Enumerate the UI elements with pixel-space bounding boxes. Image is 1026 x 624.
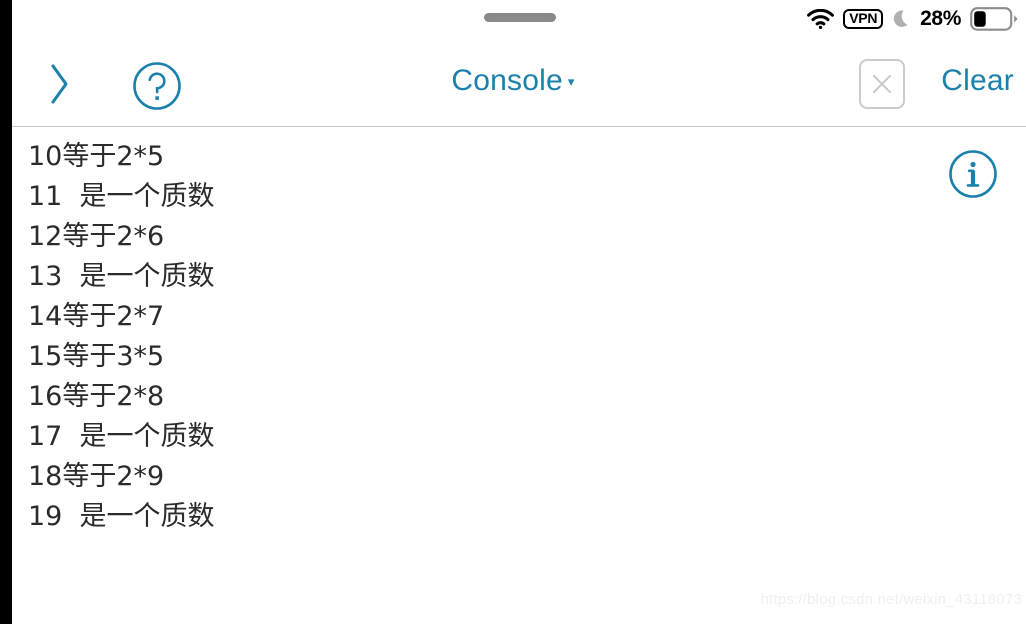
app-screen: VPN 28% Console ▾ Clear 10等于2*5 11 是一个质数… — [0, 0, 1026, 624]
log-line: 12等于2*6 — [28, 221, 165, 252]
watermark-text: https://blog.csdn.net/weixin_43118073 — [760, 591, 1022, 608]
wifi-icon — [807, 9, 835, 29]
chevron-down-icon: ▾ — [567, 74, 575, 89]
crescent-moon-icon — [892, 9, 911, 30]
status-bar: VPN 28% — [0, 0, 1026, 38]
close-x-icon — [859, 59, 905, 109]
log-line: 16等于2*8 — [28, 381, 165, 412]
log-line: 19 是一个质数 — [28, 501, 215, 532]
drag-handle[interactable] — [484, 13, 556, 22]
log-line: 14等于2*7 — [28, 301, 165, 332]
console-title-label: Console — [451, 64, 563, 97]
info-circle-icon[interactable] — [948, 149, 998, 204]
log-line: 15等于3*5 — [28, 341, 165, 372]
battery-icon — [970, 7, 1018, 31]
log-line: 10等于2*5 — [28, 141, 165, 172]
log-line: 13 是一个质数 — [28, 261, 215, 292]
log-line: 17 是一个质数 — [28, 421, 215, 452]
console-log-list: 10等于2*5 11 是一个质数 12等于2*6 13 是一个质数 14等于2*… — [28, 137, 1026, 537]
battery-percentage: 28% — [920, 7, 961, 30]
console-toolbar: Console ▾ Clear — [0, 38, 1026, 127]
status-indicators: VPN 28% — [807, 0, 1018, 38]
log-line: 18等于2*9 — [28, 461, 165, 492]
close-button[interactable] — [858, 59, 906, 109]
vpn-badge: VPN — [843, 9, 884, 29]
log-line: 11 是一个质数 — [28, 181, 215, 212]
screen-left-bezel — [0, 0, 12, 624]
console-output-area[interactable]: 10等于2*5 11 是一个质数 12等于2*6 13 是一个质数 14等于2*… — [12, 128, 1026, 624]
clear-button[interactable]: Clear — [941, 64, 1014, 98]
